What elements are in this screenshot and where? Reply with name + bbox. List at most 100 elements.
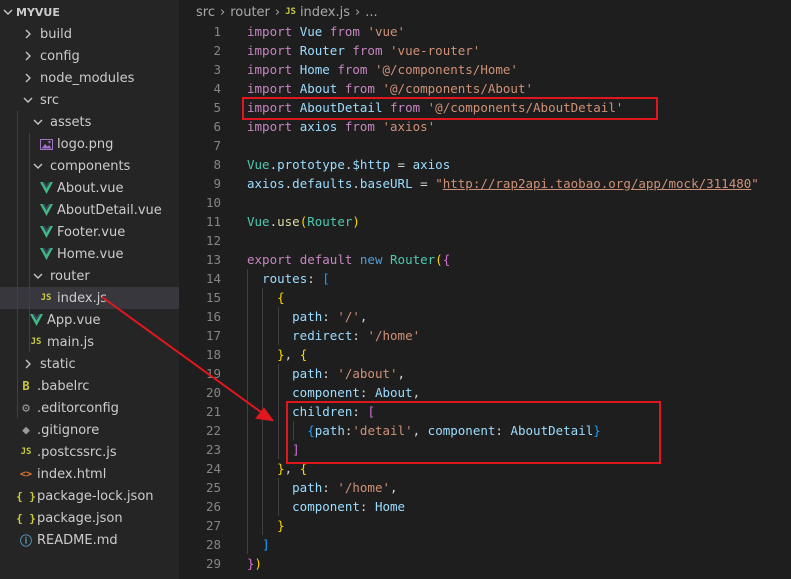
chevron-down-icon[interactable] xyxy=(30,158,46,174)
tree-folder[interactable]: build xyxy=(0,23,179,45)
code-line[interactable]: 29}) xyxy=(179,554,791,573)
tree-folder[interactable]: router xyxy=(0,265,179,287)
tree-file[interactable]: B .babelrc xyxy=(0,375,179,397)
code-line[interactable]: 20 component: About, xyxy=(179,382,791,402)
chevron-right-icon[interactable] xyxy=(20,70,36,86)
tree-item-label: router xyxy=(50,268,90,284)
code-token: : xyxy=(359,498,375,514)
tree-file[interactable]: JS index.js xyxy=(0,287,179,309)
code-line[interactable]: 10 xyxy=(179,193,791,212)
tree-file[interactable]: { } package.json xyxy=(0,507,179,529)
code-token: . xyxy=(269,156,278,172)
code-line[interactable]: 13 export default new Router({ xyxy=(179,250,791,269)
chevron-right-icon[interactable] xyxy=(20,48,36,64)
code-token: 'vue-router' xyxy=(390,42,481,58)
code-text: export default new Router({ xyxy=(247,250,450,269)
code-token: axios xyxy=(247,175,285,191)
code-text: import Router from 'vue-router' xyxy=(247,41,480,60)
tree-folder[interactable]: config xyxy=(0,45,179,67)
code-line[interactable]: 27 } xyxy=(179,515,791,535)
tree-item-label: static xyxy=(40,356,76,372)
chevron-down-icon[interactable] xyxy=(30,114,46,130)
code-token: baseURL xyxy=(359,175,413,191)
tree-folder[interactable]: node_modules xyxy=(0,67,179,89)
tree-file[interactable]: Footer.vue xyxy=(0,221,179,243)
tree-folder[interactable]: assets xyxy=(0,111,179,133)
code-line[interactable]: 4 import About from '@/components/About' xyxy=(179,79,791,98)
code-token: . xyxy=(352,175,360,191)
tree-item-label: Footer.vue xyxy=(57,224,126,240)
code-token: component xyxy=(292,384,360,400)
code-line[interactable]: 19 path: '/about', xyxy=(179,363,791,383)
code-line[interactable]: 12 xyxy=(179,231,791,250)
code-line[interactable]: 8 Vue.prototype.$http = axios xyxy=(179,155,791,174)
code-token: import xyxy=(247,23,293,39)
code-text: routes: [ xyxy=(247,269,330,288)
line-number: 29 xyxy=(205,555,221,571)
code-text: import About from '@/components/About' xyxy=(247,79,533,98)
chevron-right-icon: › xyxy=(219,4,226,20)
tree-folder[interactable]: static xyxy=(0,353,179,375)
code-line[interactable]: 25 path: '/home', xyxy=(179,477,791,497)
code-line[interactable]: 3 import Home from '@/components/Home' xyxy=(179,60,791,79)
tree-file[interactable]: <> index.html xyxy=(0,463,179,485)
tree-file[interactable]: { } package-lock.json xyxy=(0,485,179,507)
breadcrumb-symbol[interactable]: ... xyxy=(365,5,377,20)
code-line[interactable]: 14 routes: [ xyxy=(179,268,791,288)
tree-folder[interactable]: components xyxy=(0,155,179,177)
tree-file[interactable]: ◆ .gitignore xyxy=(0,419,179,441)
tree-file[interactable]: JS main.js xyxy=(0,331,179,353)
tree-file[interactable]: AboutDetail.vue xyxy=(0,199,179,221)
tree-item-label: components xyxy=(50,158,131,174)
code-line[interactable]: 15 { xyxy=(179,287,791,307)
tree-file[interactable]: App.vue xyxy=(0,309,179,331)
chevron-down-icon[interactable] xyxy=(0,4,16,20)
gear-icon: ⚙ xyxy=(22,400,30,416)
explorer-root-folder[interactable]: MYVUE xyxy=(0,1,179,23)
code-line[interactable]: 18 }, { xyxy=(179,344,791,364)
code-token: , xyxy=(284,346,300,362)
code-line[interactable]: 9 axios.defaults.baseURL = "http://rap2ap… xyxy=(179,174,791,193)
breadcrumb-src[interactable]: src xyxy=(196,5,215,20)
code-token: 'axios' xyxy=(382,118,436,134)
tree-file[interactable]: ⓘ README.md xyxy=(0,529,179,551)
code-text: } xyxy=(247,516,285,535)
code-line[interactable]: 7 xyxy=(179,136,791,155)
tree-item-label: index.js xyxy=(57,290,108,306)
chevron-right-icon[interactable] xyxy=(20,356,36,372)
chevron-down-icon[interactable] xyxy=(20,92,36,108)
tree-folder[interactable]: src xyxy=(0,89,179,111)
line-number: 14 xyxy=(205,270,221,286)
tree-file[interactable]: Home.vue xyxy=(0,243,179,265)
code-line[interactable]: 11 Vue.use(Router) xyxy=(179,212,791,231)
tree-file[interactable]: JS .postcssrc.js xyxy=(0,441,179,463)
tree-file[interactable]: About.vue xyxy=(0,177,179,199)
code-line[interactable]: 28 ] xyxy=(179,534,791,554)
code-token: axios xyxy=(299,118,338,134)
chevron-right-icon[interactable] xyxy=(20,26,36,42)
code-line[interactable]: 1 import Vue from 'vue' xyxy=(179,22,791,41)
line-number: 3 xyxy=(213,61,221,77)
breadcrumb-router[interactable]: router xyxy=(230,5,270,20)
explorer-root-label: MYVUE xyxy=(16,5,60,19)
code-token: : xyxy=(307,270,323,286)
breadcrumb-file[interactable]: index.js xyxy=(300,5,350,20)
chevron-down-icon[interactable] xyxy=(30,268,46,284)
code-token: : xyxy=(359,384,375,400)
code-text: path: '/', xyxy=(247,307,367,326)
code-line[interactable]: 2 import Router from 'vue-router' xyxy=(179,41,791,60)
code-token: Router xyxy=(299,42,345,58)
code-line[interactable]: 17 redirect: '/home' xyxy=(179,325,791,345)
line-number: 7 xyxy=(213,137,221,153)
tree-file[interactable]: logo.png xyxy=(0,133,179,155)
code-line[interactable]: 26 component: Home xyxy=(179,496,791,516)
tree-file[interactable]: ⚙ .editorconfig xyxy=(0,397,179,419)
code-line[interactable]: 16 path: '/', xyxy=(179,306,791,326)
code-token: path xyxy=(292,308,323,324)
